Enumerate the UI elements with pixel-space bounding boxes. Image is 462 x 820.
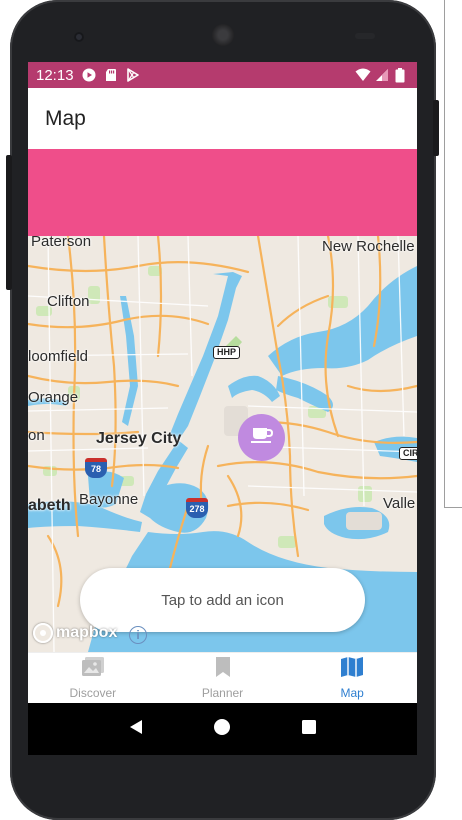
status-right: [355, 68, 409, 83]
map-label-bayonne: Bayonne: [79, 491, 139, 508]
status-left: 12:13: [36, 67, 140, 84]
mapbox-wordmark: mapbox: [56, 624, 118, 641]
nav-label-map: Map: [340, 686, 364, 700]
home-button[interactable]: [207, 714, 237, 744]
map-label-jersey-city: Jersey City: [96, 430, 182, 447]
interstate-shield-78: 78: [85, 458, 107, 478]
map-view[interactable]: Paterson New Rochelle Clifton loomfield …: [28, 236, 417, 652]
add-icon-prompt[interactable]: Tap to add an icon: [80, 568, 365, 632]
map-label-clifton: Clifton: [47, 293, 90, 310]
poi-marker[interactable]: [238, 414, 285, 461]
play-circle-icon: [82, 68, 96, 82]
play-store-icon: [126, 68, 140, 82]
back-triangle-icon: [127, 718, 145, 741]
map-label-new-rochelle: New Rochelle: [322, 238, 415, 255]
screen: 12:13 Map Paterson New Rochelle Clifton …: [28, 62, 417, 755]
page-title: Map: [45, 106, 86, 130]
map-label-bloomfield: loomfield: [28, 348, 89, 365]
sd-card-icon: [104, 68, 118, 82]
map-label-elizabeth: abeth: [28, 497, 71, 514]
mapbox-logo: mapbox: [33, 623, 117, 643]
cell-signal-icon: [375, 68, 389, 82]
volume-button: [433, 100, 439, 156]
photo-icon: [81, 656, 105, 683]
info-icon: i: [136, 628, 140, 642]
nav-label-planner: Planner: [201, 686, 244, 700]
map-label-paterson: Paterson: [31, 236, 92, 250]
interstate-shield-278: 278: [186, 498, 208, 518]
map-label-orange: Orange: [28, 389, 79, 406]
map-label-on: on: [28, 427, 45, 444]
add-icon-prompt-text: Tap to add an icon: [161, 591, 284, 609]
status-bar: 12:13: [28, 62, 417, 88]
recents-button[interactable]: [294, 714, 324, 744]
app-bar: Map: [28, 88, 417, 149]
nav-item-planner[interactable]: Planner: [158, 653, 288, 703]
background-window-edge: [444, 0, 462, 508]
earpiece-speaker: [212, 24, 234, 46]
highway-shield-hhp: HHP: [213, 346, 241, 359]
home-circle-icon: [213, 718, 231, 741]
nav-label-discover: Discover: [69, 686, 117, 700]
highway-shield-cir: CIR: [399, 447, 417, 460]
system-navigation-bar: [28, 703, 417, 755]
status-time: 12:13: [36, 66, 74, 84]
attribution-info-button[interactable]: i: [129, 626, 147, 644]
recents-square-icon: [300, 718, 318, 741]
back-button[interactable]: [121, 714, 151, 744]
wifi-icon: [355, 68, 371, 82]
bookmark-icon: [214, 656, 232, 683]
nav-item-discover[interactable]: Discover: [28, 653, 158, 703]
proximity-sensor: [355, 33, 375, 39]
mapbox-mark-icon: [33, 623, 53, 643]
nav-item-map[interactable]: Map: [287, 653, 417, 703]
bottom-navigation: Discover Planner Map: [28, 652, 417, 703]
map-icon: [340, 656, 364, 683]
power-button: [6, 155, 12, 290]
coffee-cup-icon: [250, 425, 274, 450]
header-banner: [28, 149, 417, 236]
map-label-valley: Valle: [383, 495, 416, 512]
front-camera: [74, 32, 84, 42]
battery-icon: [395, 68, 409, 83]
